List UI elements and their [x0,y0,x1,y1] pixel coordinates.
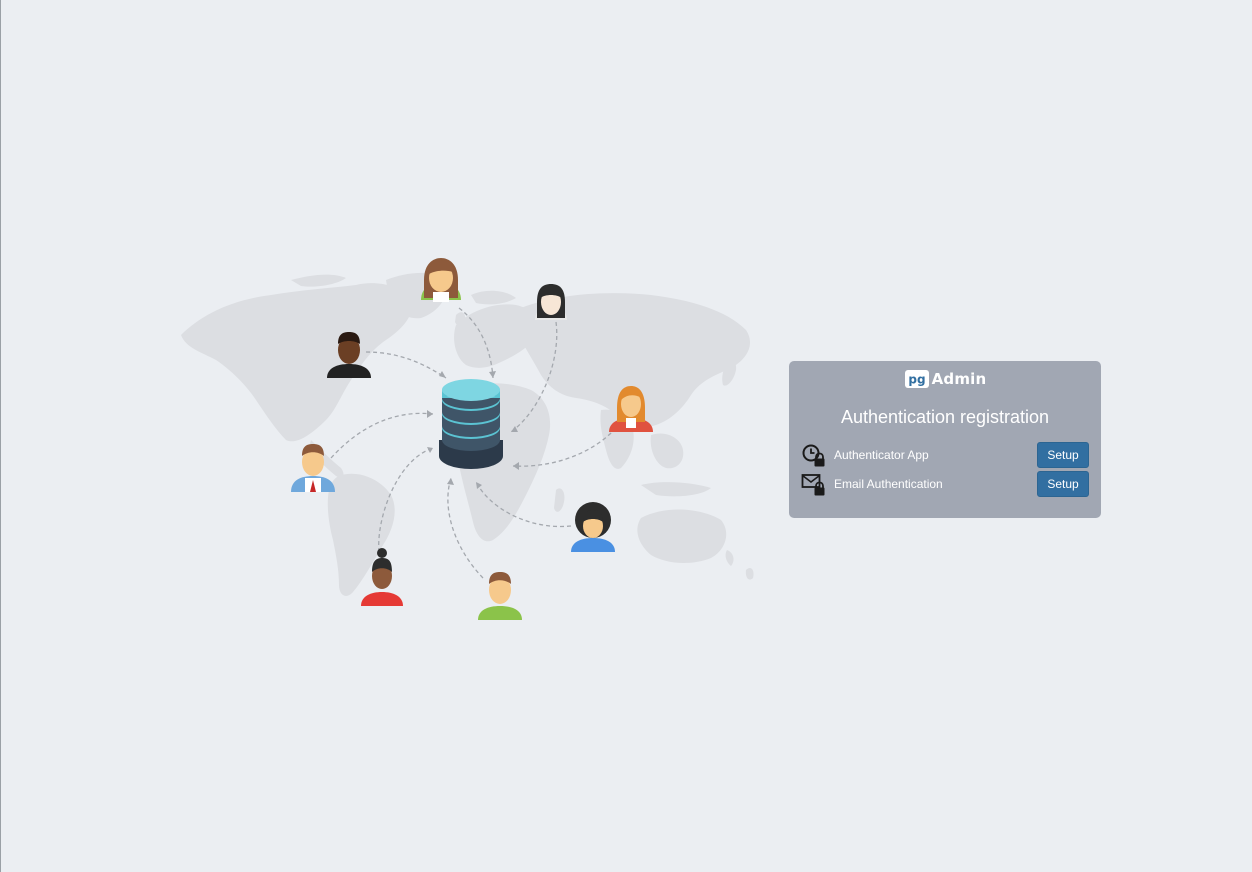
svg-text:pg: pg [908,373,925,387]
authenticator-app-setup-button[interactable]: Setup [1037,442,1089,468]
method-label: Authenticator App [834,448,929,462]
page-title: Authentication registration [840,407,1050,427]
user-avatar-icon [571,502,615,552]
pgadmin-logo: pg Admin [789,368,1101,390]
page: pg Admin Authentication registration Aut… [0,0,1252,872]
user-avatar-icon [421,258,461,302]
authenticator-app-lock-icon [802,444,825,467]
user-avatar-icon [478,572,522,620]
auth-method-email: Email Authentication Setup [801,471,1089,497]
auth-method-authenticator-app: Authenticator App Setup [801,442,1089,468]
world-map-illustration [181,258,754,620]
auth-registration-panel: pg Admin Authentication registration Aut… [789,361,1101,518]
method-label: Email Authentication [834,477,943,491]
pgadmin-logo-icon: pg [904,370,929,388]
database-icon [439,379,503,469]
email-lock-icon [801,474,825,496]
logo-text: Admin [931,370,987,388]
email-authentication-setup-button[interactable]: Setup [1037,471,1089,497]
user-avatar-icon [535,284,567,320]
